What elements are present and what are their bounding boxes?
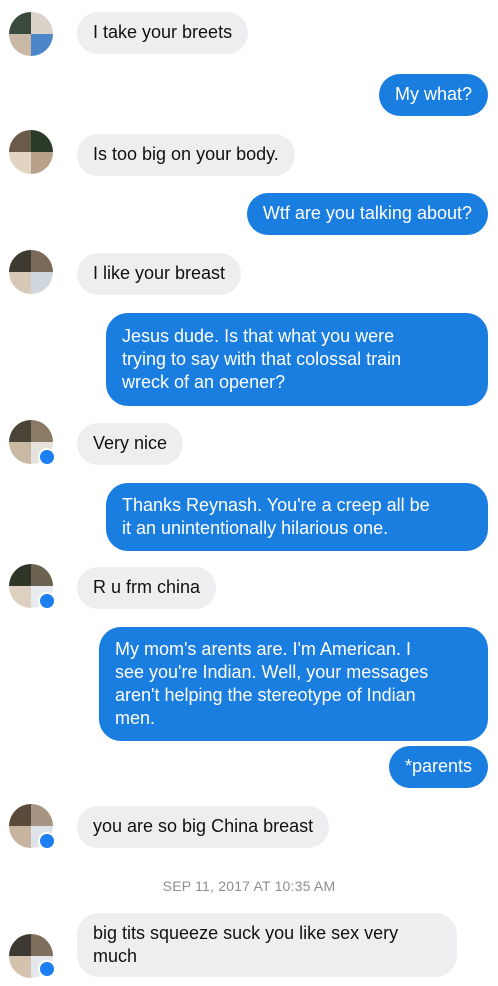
incoming-message[interactable]: big tits squeeze suck you like sex very … — [77, 913, 457, 977]
outgoing-message[interactable]: My mom's arents are. I'm American. I see… — [99, 627, 488, 741]
outgoing-message[interactable]: *parents — [388, 746, 488, 788]
outgoing-message[interactable]: Wtf are you talking about? — [246, 193, 488, 235]
outgoing-message[interactable]: Thanks Reynash. You're a creep all be it… — [106, 483, 488, 551]
outgoing-message[interactable]: My what? — [378, 74, 488, 116]
avatar[interactable] — [9, 12, 53, 56]
avatar[interactable] — [9, 250, 53, 294]
outgoing-message[interactable]: Jesus dude. Is that what you were trying… — [106, 313, 488, 406]
messenger-badge-icon — [38, 592, 56, 610]
messenger-badge-icon — [38, 448, 56, 466]
incoming-message[interactable]: R u frm china — [77, 567, 217, 609]
timestamp: SEP 11, 2017 AT 10:35 AM — [162, 878, 336, 894]
incoming-message[interactable]: Is too big on your body. — [77, 134, 295, 176]
messenger-badge-icon — [38, 960, 56, 978]
incoming-message[interactable]: I take your breets — [77, 12, 249, 54]
incoming-message[interactable]: I like your breast — [77, 253, 242, 295]
messenger-badge-icon — [38, 832, 56, 850]
incoming-message[interactable]: Very nice — [77, 423, 184, 465]
incoming-message[interactable]: you are so big China breast — [77, 806, 330, 848]
avatar[interactable] — [9, 130, 53, 174]
